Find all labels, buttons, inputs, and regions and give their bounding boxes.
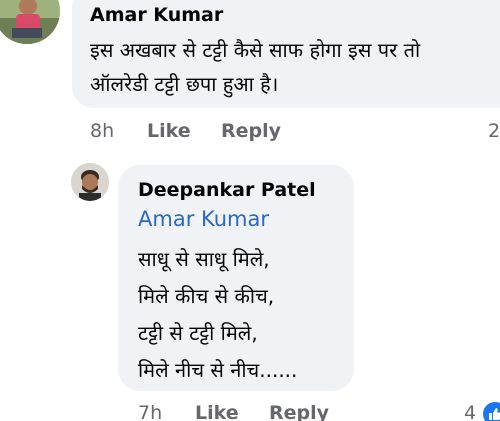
avatar-amar-kumar[interactable] — [0, 0, 60, 44]
comment-text-line: साधू से साधू मिले, — [138, 247, 270, 271]
reaction-count[interactable]: 2 — [488, 120, 500, 142]
comment-text-line: इस अखबार से टट्टी कैसे साफ होगा इस पर तो — [90, 38, 421, 62]
like-button[interactable]: Like — [147, 120, 191, 142]
comment-text-line: मिले नीच से नीच...... — [138, 358, 298, 382]
comment-text: साधू से साधू मिले, मिले कीच से कीच, टट्ट… — [138, 241, 297, 389]
like-button[interactable]: Like — [195, 402, 239, 421]
comment-thread: Amar Kumar इस अखबार से टट्टी कैसे साफ हो… — [0, 0, 500, 421]
comment-timestamp[interactable]: 8h — [90, 120, 114, 142]
comment-author[interactable]: Amar Kumar — [90, 4, 223, 26]
comment-text-line: ऑलरेडी टट्टी छपा हुआ है। — [90, 72, 279, 96]
reply-button[interactable]: Reply — [221, 120, 281, 142]
avatar-deepankar-patel[interactable] — [71, 163, 109, 201]
comment-author[interactable]: Deepankar Patel — [138, 179, 316, 201]
comment-text: इस अखबार से टट्टी कैसे साफ होगा इस पर तो… — [90, 33, 500, 101]
reply-button[interactable]: Reply — [269, 402, 329, 421]
mention-link[interactable]: Amar Kumar — [138, 207, 269, 231]
reaction-count[interactable]: 4 — [464, 402, 476, 421]
comment-text-line: मिले कीच से कीच, — [138, 284, 275, 308]
comment-timestamp[interactable]: 7h — [138, 402, 162, 421]
thumbs-up-icon[interactable] — [481, 400, 500, 421]
comment-text-line: टट्टी से टट्टी मिले, — [138, 321, 258, 345]
